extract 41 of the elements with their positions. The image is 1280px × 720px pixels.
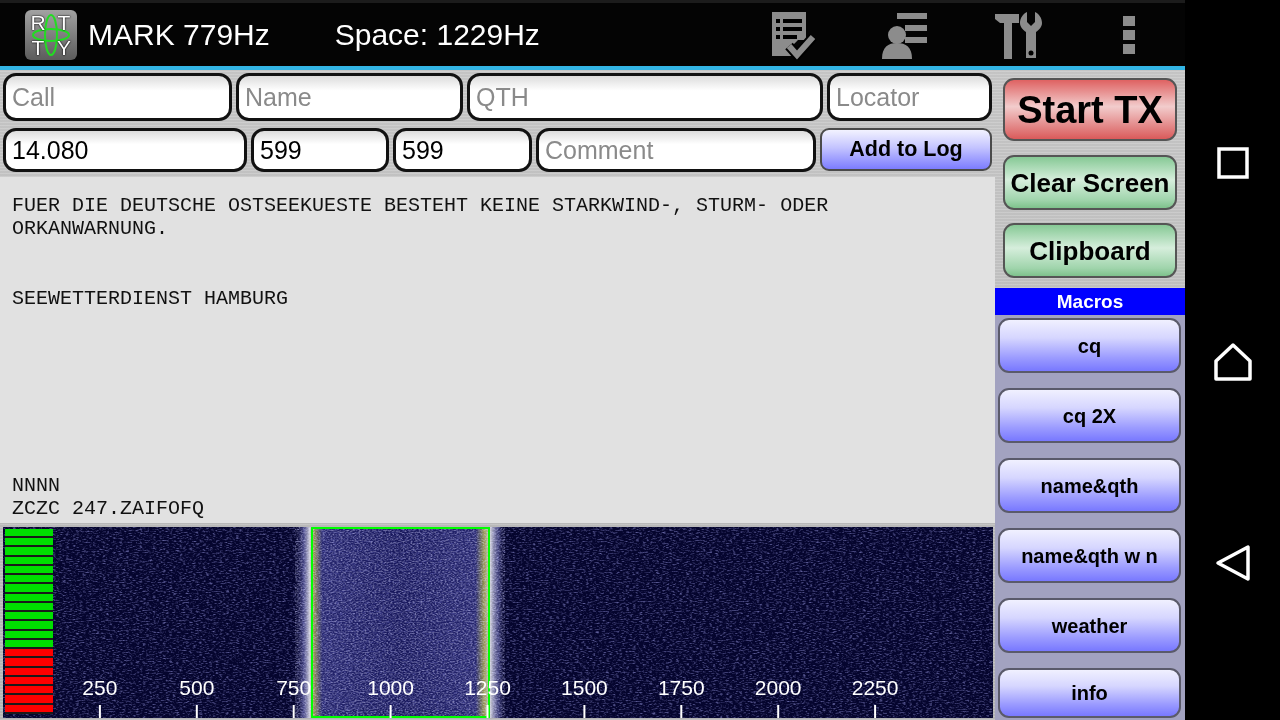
clear-screen-button[interactable]: Clear Screen: [1003, 155, 1177, 210]
crossed-ellipses-icon: [31, 12, 71, 57]
clipboard-button[interactable]: Clipboard: [1003, 223, 1177, 278]
tools-icon[interactable]: [992, 9, 1042, 60]
macro-button[interactable]: cq 2X: [998, 388, 1181, 443]
recent-apps-icon[interactable]: [1216, 147, 1249, 179]
logo-letter: Y: [56, 36, 72, 58]
frequency-label: 500: [179, 677, 215, 698]
rst-sent-field[interactable]: 599: [251, 128, 389, 172]
frequency-field[interactable]: 14.080: [3, 128, 247, 172]
frequency-label: 1750: [657, 677, 705, 698]
logo-letter: R: [29, 11, 47, 33]
frequency-label: 2000: [754, 677, 802, 698]
back-icon[interactable]: [1214, 544, 1251, 582]
qth-field[interactable]: QTH: [467, 73, 823, 121]
frequency-label: 1500: [561, 677, 608, 698]
comment-field[interactable]: Comment: [536, 128, 816, 172]
logo-letter: T: [56, 11, 72, 33]
frequency-label: 2250: [851, 677, 899, 698]
macro-button[interactable]: info: [998, 668, 1181, 718]
locator-field[interactable]: Locator: [827, 73, 992, 121]
call-field[interactable]: Call: [3, 73, 232, 121]
frequency-label: 250: [82, 677, 118, 698]
macro-button[interactable]: name&qth: [998, 458, 1181, 513]
frequency-label: 1000: [367, 677, 414, 698]
rst-received-field[interactable]: 599: [393, 128, 532, 172]
space-frequency-label: Space: 1229Hz: [334, 19, 540, 50]
macro-button[interactable]: cq: [998, 318, 1181, 373]
received-text: FUER DIE DEUTSCHE OSTSEEKUESTE BESTEHT KEINE STARKWIND-, STURM- ODER ORKANWARNUNG. SEEWETTERDIENST HAMBURG NNNN ZCZC 247.ZAIFOFQ: [0, 177, 995, 523]
macro-button[interactable]: name&qth w n: [998, 528, 1181, 583]
checklist-icon[interactable]: [769, 9, 817, 60]
add-to-log-button[interactable]: Add to Log: [820, 128, 992, 171]
home-icon[interactable]: [1212, 342, 1253, 382]
overflow-menu-icon[interactable]: [1123, 15, 1135, 54]
mark-frequency-label: MARK 779Hz: [88, 19, 270, 50]
macro-button[interactable]: weather: [998, 598, 1181, 653]
name-field[interactable]: Name: [236, 73, 463, 121]
logo-letter: T: [30, 36, 46, 58]
start-tx-button[interactable]: Start TX: [1003, 78, 1177, 141]
macros-header: Macros: [995, 288, 1185, 315]
contact-card-icon[interactable]: [881, 10, 929, 59]
